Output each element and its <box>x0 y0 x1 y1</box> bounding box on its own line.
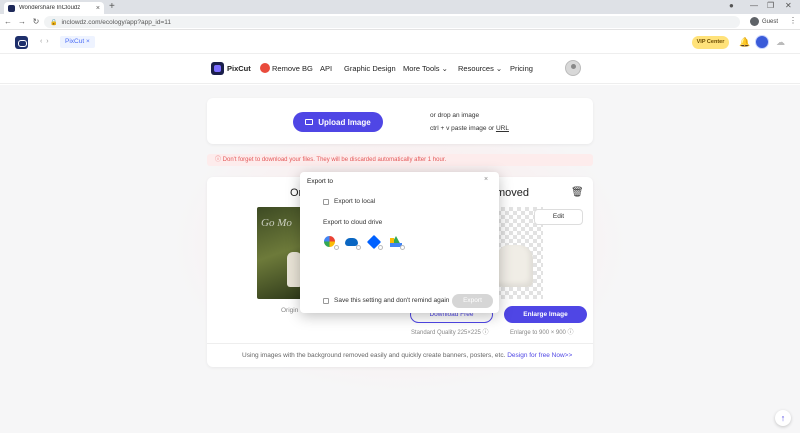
user-avatar[interactable] <box>755 35 769 49</box>
export-dialog: Export to × Export to local Export to cl… <box>300 172 499 313</box>
account-icon[interactable] <box>565 60 581 76</box>
google-photos-radio[interactable] <box>334 245 339 250</box>
nav-arrows-icon[interactable]: ‹ › <box>40 38 50 45</box>
cloud-drive-options <box>323 234 405 250</box>
maximize-button[interactable]: ❐ <box>767 1 774 10</box>
dropbox-option[interactable] <box>366 234 383 250</box>
lock-icon: 🔒 <box>50 19 58 26</box>
pixcut-logo-icon[interactable] <box>211 62 224 75</box>
browser-toolbar: ← → ↻ 🔒 inclowdz.com/ecology/app?app_id=… <box>0 14 800 30</box>
bell-icon[interactable]: 🔔 <box>739 37 750 48</box>
app-chip-pixcut[interactable]: PixCut × <box>60 36 95 48</box>
remove-bg-icon <box>260 63 270 73</box>
onedrive-option[interactable] <box>345 235 361 250</box>
guest-avatar-icon <box>750 17 759 26</box>
remember-label: Save this setting and don't remind again <box>334 297 450 304</box>
back-button[interactable]: ← <box>2 17 14 26</box>
profile-label: Guest <box>762 18 779 25</box>
dropbox-radio[interactable] <box>378 245 383 250</box>
remember-checkbox[interactable] <box>323 297 329 304</box>
export-local-label: Export to local <box>334 198 376 205</box>
google-photos-option[interactable] <box>323 235 339 250</box>
url-text: inclowdz.com/ecology/app?app_id=11 <box>61 18 172 26</box>
google-drive-radio[interactable] <box>400 245 405 250</box>
nav-graphic-design[interactable]: Graphic Design <box>344 64 396 73</box>
cloud-drive-label: Export to cloud drive <box>323 219 383 226</box>
onedrive-radio[interactable] <box>356 245 361 250</box>
export-local-checkbox[interactable] <box>323 198 329 205</box>
nav-resources[interactable]: Resources ⌄ <box>458 64 502 73</box>
browser-menu-icon[interactable]: ⋮ <box>789 16 797 25</box>
profile-button[interactable]: Guest <box>750 17 778 26</box>
nav-pricing[interactable]: Pricing <box>510 64 533 73</box>
window-close-button[interactable]: ✕ <box>785 1 792 10</box>
profile-indicator-icon: ● <box>729 1 734 10</box>
browser-tabstrip: Wondershare InCloudz × + ● — ❐ ✕ <box>0 0 800 14</box>
nav-api[interactable]: API <box>320 64 332 73</box>
nav-remove-bg[interactable]: Remove BG <box>272 64 313 73</box>
minimize-button[interactable]: — <box>750 1 758 10</box>
remember-option[interactable]: Save this setting and don't remind again <box>323 297 449 304</box>
address-bar[interactable]: 🔒 inclowdz.com/ecology/app?app_id=11 <box>44 16 740 28</box>
chip-label: PixCut <box>65 38 85 45</box>
chip-close-icon[interactable]: × <box>86 38 90 45</box>
pixcut-brand[interactable]: PixCut <box>227 64 251 73</box>
forward-button[interactable]: → <box>16 17 28 26</box>
incloudz-logo-icon[interactable] <box>15 36 28 49</box>
export-local-option[interactable]: Export to local <box>323 198 375 205</box>
browser-tab[interactable]: Wondershare InCloudz × <box>4 2 104 14</box>
reload-button[interactable]: ↻ <box>30 17 42 26</box>
app-header: ‹ › PixCut × VIP Center 🔔 ☁ <box>0 31 800 54</box>
nav-more-tools[interactable]: More Tools ⌄ <box>403 64 448 73</box>
dialog-close-icon[interactable]: × <box>484 176 488 183</box>
tab-title: Wondershare InCloudz <box>19 5 81 11</box>
tab-close-icon[interactable]: × <box>96 5 100 12</box>
google-drive-option[interactable] <box>389 235 405 250</box>
new-tab-button[interactable]: + <box>109 2 115 12</box>
incloudz-favicon-icon <box>8 4 15 12</box>
cloud-icon[interactable]: ☁ <box>776 37 785 48</box>
dialog-title: Export to <box>307 178 334 185</box>
export-button[interactable]: Export <box>452 294 493 308</box>
vip-center-button[interactable]: VIP Center <box>692 36 729 49</box>
site-nav: PixCut Remove BG API Graphic Design More… <box>0 55 800 84</box>
